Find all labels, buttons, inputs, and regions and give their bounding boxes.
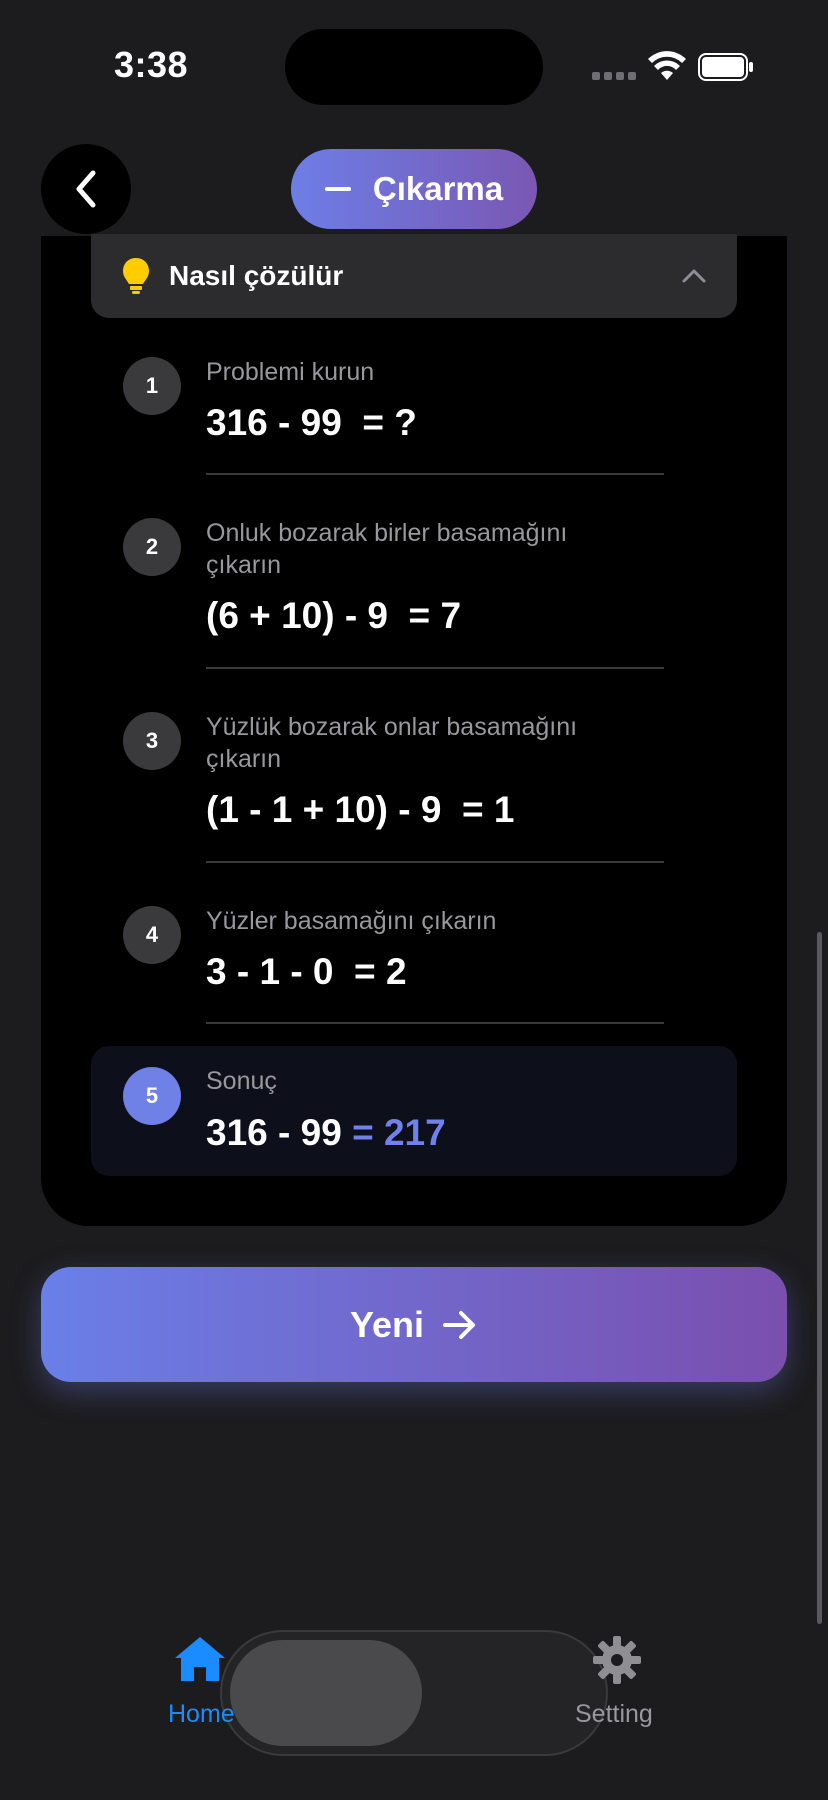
step-number-badge: 2 bbox=[123, 518, 181, 576]
step-label: Yüzlük bozarak onlar basamağını çıkarın bbox=[206, 713, 578, 773]
arrow-right-icon bbox=[443, 1310, 476, 1339]
step-label: Yüzler basamağını çıkarın bbox=[206, 907, 497, 935]
chevron-up-icon bbox=[682, 269, 706, 283]
status-time: 3:38 bbox=[114, 44, 189, 85]
result-box: 5 Sonuç 316 - 99 = 217 bbox=[91, 1046, 737, 1176]
step-expression: 316 - 99 = ? bbox=[206, 402, 417, 443]
step-divider bbox=[206, 667, 664, 669]
operation-pill[interactable]: Çıkarma bbox=[291, 149, 537, 229]
back-button[interactable] bbox=[41, 144, 131, 234]
step-label: Problemi kurun bbox=[206, 358, 375, 386]
operation-label: Çıkarma bbox=[372, 170, 504, 207]
lightbulb-icon bbox=[123, 258, 149, 294]
new-problem-button[interactable]: Yeni bbox=[41, 1267, 787, 1382]
dynamic-island bbox=[285, 29, 543, 105]
step-expression: 3 - 1 - 0 = 2 bbox=[206, 951, 407, 992]
tab-selection-pill[interactable] bbox=[230, 1640, 422, 1746]
step-number-badge: 4 bbox=[123, 906, 181, 964]
new-button-label: Yeni bbox=[349, 1303, 425, 1345]
result-label: Sonuç bbox=[206, 1067, 277, 1095]
battery-icon bbox=[698, 53, 753, 81]
step-expression: (6 + 10) - 9 = 7 bbox=[206, 595, 462, 636]
tab-setting-label: Setting bbox=[575, 1700, 653, 1728]
result-answer: = 217 bbox=[352, 1112, 446, 1153]
tab-setting[interactable]: Setting bbox=[565, 1630, 675, 1730]
step-number-badge: 1 bbox=[123, 357, 181, 415]
step-divider bbox=[206, 861, 664, 863]
step-divider bbox=[206, 473, 664, 475]
tab-home-label: Home bbox=[168, 1700, 235, 1728]
scrollbar[interactable] bbox=[817, 932, 822, 1624]
house-icon bbox=[175, 1637, 225, 1681]
step-number-badge: 5 bbox=[123, 1067, 181, 1125]
step-divider bbox=[206, 1022, 664, 1024]
cellular-signal-icon bbox=[592, 72, 636, 80]
step-number-badge: 3 bbox=[123, 712, 181, 770]
step-expression: (1 - 1 + 10) - 9 = 1 bbox=[206, 789, 515, 830]
result-problem: 316 - 99 bbox=[206, 1112, 353, 1153]
step-label: Onluk bozarak birler basamağını çıkarın bbox=[206, 519, 568, 579]
gear-icon bbox=[593, 1636, 641, 1684]
chevron-left-icon bbox=[76, 170, 96, 208]
screen: 3:38 Çıkarma Nasıl çözülür 1 Problemi ku… bbox=[0, 0, 828, 1800]
howto-header[interactable]: Nasıl çözülür bbox=[91, 234, 737, 318]
wifi-icon bbox=[648, 51, 686, 80]
howto-title: Nasıl çözülür bbox=[169, 260, 344, 291]
result-expression: 316 - 99 = 217 bbox=[206, 1112, 446, 1154]
minus-icon bbox=[324, 187, 351, 191]
